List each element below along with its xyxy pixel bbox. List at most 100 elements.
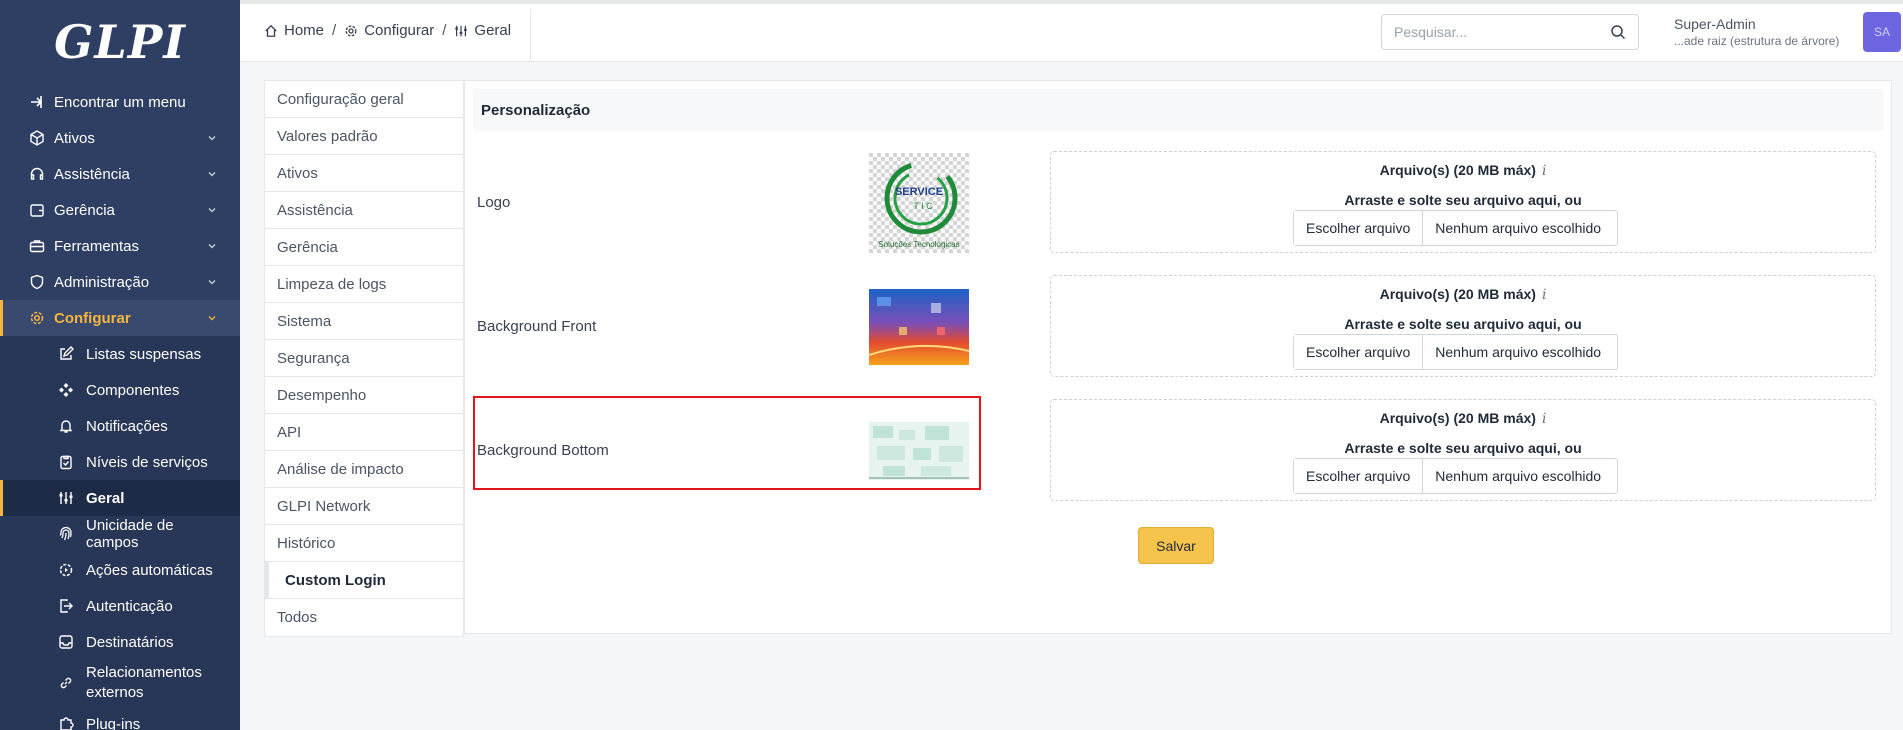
breadcrumb-geral[interactable]: Geral bbox=[454, 22, 511, 39]
logo-thumbnail[interactable]: SERVICE T I C Soluções Tecnológicas bbox=[869, 153, 969, 253]
nav-ferramentas[interactable]: Ferramentas bbox=[0, 228, 240, 264]
logo-sub: T I C bbox=[913, 201, 933, 211]
breadcrumb-configurar[interactable]: Configurar bbox=[344, 22, 434, 39]
sidebar: GLPI Encontrar um menu Ativos Assistênci… bbox=[0, 0, 240, 730]
choose-file-button[interactable]: Escolher arquivo bbox=[1294, 335, 1424, 369]
tab-desempenho[interactable]: Desempenho bbox=[265, 377, 463, 414]
logo-label: Logo bbox=[477, 194, 511, 211]
fingerprint-icon bbox=[57, 525, 75, 543]
submenu-notificacoes[interactable]: Notificações bbox=[0, 408, 240, 444]
tab-todos[interactable]: Todos bbox=[265, 599, 463, 636]
tab-valores-padrao[interactable]: Valores padrão bbox=[265, 118, 463, 155]
chevron-up-icon bbox=[208, 316, 216, 321]
background-bottom-dropzone[interactable]: Arquivo(s) (20 MB máx) i Arraste e solte … bbox=[1050, 399, 1876, 501]
panel-title: Personalização bbox=[473, 89, 1883, 131]
adjustments-icon bbox=[57, 489, 75, 507]
chevron-down-icon bbox=[208, 208, 216, 213]
nav-label: Administração bbox=[54, 273, 150, 291]
search-input[interactable] bbox=[1382, 15, 1592, 49]
choose-file-button[interactable]: Escolher arquivo bbox=[1294, 459, 1424, 493]
submenu-label: Plug-ins bbox=[86, 715, 141, 730]
submenu-componentes[interactable]: Componentes bbox=[0, 372, 240, 408]
background-bottom-file-input[interactable]: Escolher arquivo Nenhum arquivo escolhid… bbox=[1293, 458, 1619, 494]
file-status: Nenhum arquivo escolhido bbox=[1435, 220, 1602, 236]
tab-configuracao-geral[interactable]: Configuração geral bbox=[265, 81, 463, 118]
glpi-logo[interactable]: GLPI bbox=[0, 0, 240, 84]
chevron-down-icon bbox=[208, 172, 216, 177]
background-front-file-input[interactable]: Escolher arquivo Nenhum arquivo escolhid… bbox=[1293, 334, 1619, 370]
gear-icon bbox=[345, 25, 357, 36]
tab-assistencia[interactable]: Assistência bbox=[265, 192, 463, 229]
submenu-autenticacao[interactable]: Autenticação bbox=[0, 588, 240, 624]
submenu-geral[interactable]: Geral bbox=[0, 480, 240, 516]
user-entity: ...ade raiz (estrutura de árvore) bbox=[1674, 34, 1840, 48]
dropzone-title: Arquivo(s) (20 MB máx) i bbox=[1379, 410, 1547, 427]
submenu-listas-suspensas[interactable]: Listas suspensas bbox=[0, 336, 240, 372]
tab-limpeza-logs[interactable]: Limpeza de logs bbox=[265, 266, 463, 303]
tab-analise-impacto[interactable]: Análise de impacto bbox=[265, 451, 463, 488]
tab-glpi-network[interactable]: GLPI Network bbox=[265, 488, 463, 525]
tab-ativos[interactable]: Ativos bbox=[265, 155, 463, 192]
logo-dropzone[interactable]: Arquivo(s) (20 MB máx) i Arraste e solte … bbox=[1050, 151, 1876, 253]
nav-label: Encontrar um menu bbox=[54, 93, 186, 111]
tab-sistema[interactable]: Sistema bbox=[265, 303, 463, 340]
submenu-unicidade-campos[interactable]: Unicidade de campos bbox=[0, 516, 240, 552]
background-front-thumbnail[interactable] bbox=[868, 289, 970, 365]
adjustments-icon bbox=[455, 25, 468, 36]
choose-file-button[interactable]: Escolher arquivo bbox=[1294, 211, 1424, 245]
submenu-niveis-servicos[interactable]: Níveis de serviços bbox=[0, 444, 240, 480]
breadcrumb-label: Home bbox=[284, 22, 325, 39]
nav-label: Ferramentas bbox=[54, 237, 140, 255]
submenu-label: Autenticação bbox=[86, 597, 173, 615]
gear-icon bbox=[28, 309, 46, 327]
submenu-label: Geral bbox=[86, 489, 125, 507]
dropzone-hint: Arraste e solte seu arquivo aqui, ou bbox=[1344, 440, 1582, 456]
save-button[interactable]: Salvar bbox=[1138, 527, 1214, 564]
avatar[interactable]: SA bbox=[1863, 12, 1901, 52]
user-name: Super-Admin bbox=[1674, 16, 1756, 32]
info-icon[interactable]: i bbox=[1542, 411, 1546, 427]
nav-assistencia[interactable]: Assistência bbox=[0, 156, 240, 192]
nav-gerencia[interactable]: Gerência bbox=[0, 192, 240, 228]
info-icon[interactable]: i bbox=[1542, 287, 1546, 303]
nav-administracao[interactable]: Administração bbox=[0, 264, 240, 300]
tab-historico[interactable]: Histórico bbox=[265, 525, 463, 562]
breadcrumb-separator: / bbox=[442, 22, 447, 39]
arrow-right-icon bbox=[28, 93, 46, 111]
background-bottom-thumbnail[interactable] bbox=[869, 422, 969, 480]
dropzone-title: Arquivo(s) (20 MB máx) i bbox=[1379, 162, 1547, 179]
search-icon[interactable] bbox=[1610, 24, 1626, 40]
submenu-relacionamentos-externos[interactable]: Relacionamentos externos bbox=[0, 660, 240, 706]
tab-custom-login[interactable]: Custom Login bbox=[265, 562, 463, 599]
logo-file-input[interactable]: Escolher arquivo Nenhum arquivo escolhid… bbox=[1293, 210, 1619, 246]
breadcrumb-home[interactable]: Home bbox=[264, 22, 324, 39]
submenu-plugins[interactable]: Plug-ins bbox=[0, 706, 240, 730]
settings-automation-icon bbox=[57, 561, 75, 579]
logo-text: SERVICE bbox=[895, 186, 943, 198]
nav-configurar[interactable]: Configurar bbox=[0, 300, 240, 336]
submenu-label: Notificações bbox=[86, 417, 168, 435]
submenu-label: Níveis de serviços bbox=[86, 453, 208, 471]
submenu-destinatarios[interactable]: Destinatários bbox=[0, 624, 240, 660]
submenu-label: Ações automáticas bbox=[86, 561, 213, 579]
tab-seguranca[interactable]: Segurança bbox=[265, 340, 463, 377]
tab-gerencia[interactable]: Gerência bbox=[265, 229, 463, 266]
top-header: Home / Configurar / Geral Super-Admin ..… bbox=[240, 0, 1903, 62]
submenu-label: Unicidade de campos bbox=[86, 517, 174, 551]
breadcrumb-separator: / bbox=[332, 22, 337, 39]
configurar-submenu: Listas suspensas Componentes Notificaçõe… bbox=[0, 336, 240, 730]
nav-find-menu[interactable]: Encontrar um menu bbox=[0, 84, 240, 120]
nav-label: Assistência bbox=[54, 165, 130, 183]
bell-icon bbox=[57, 417, 75, 435]
submenu-acoes-automaticas[interactable]: Ações automáticas bbox=[0, 552, 240, 588]
info-icon[interactable]: i bbox=[1542, 163, 1546, 179]
background-front-dropzone[interactable]: Arquivo(s) (20 MB máx) i Arraste e solte … bbox=[1050, 275, 1876, 377]
briefcase-icon bbox=[28, 237, 46, 255]
nav-ativos[interactable]: Ativos bbox=[0, 120, 240, 156]
global-search bbox=[1381, 14, 1639, 50]
user-menu[interactable]: Super-Admin ...ade raiz (estrutura de ár… bbox=[1674, 16, 1839, 48]
file-status: Nenhum arquivo escolhido bbox=[1435, 344, 1602, 360]
nav-label: Gerência bbox=[54, 201, 115, 219]
inbox-icon bbox=[57, 633, 75, 651]
tab-api[interactable]: API bbox=[265, 414, 463, 451]
